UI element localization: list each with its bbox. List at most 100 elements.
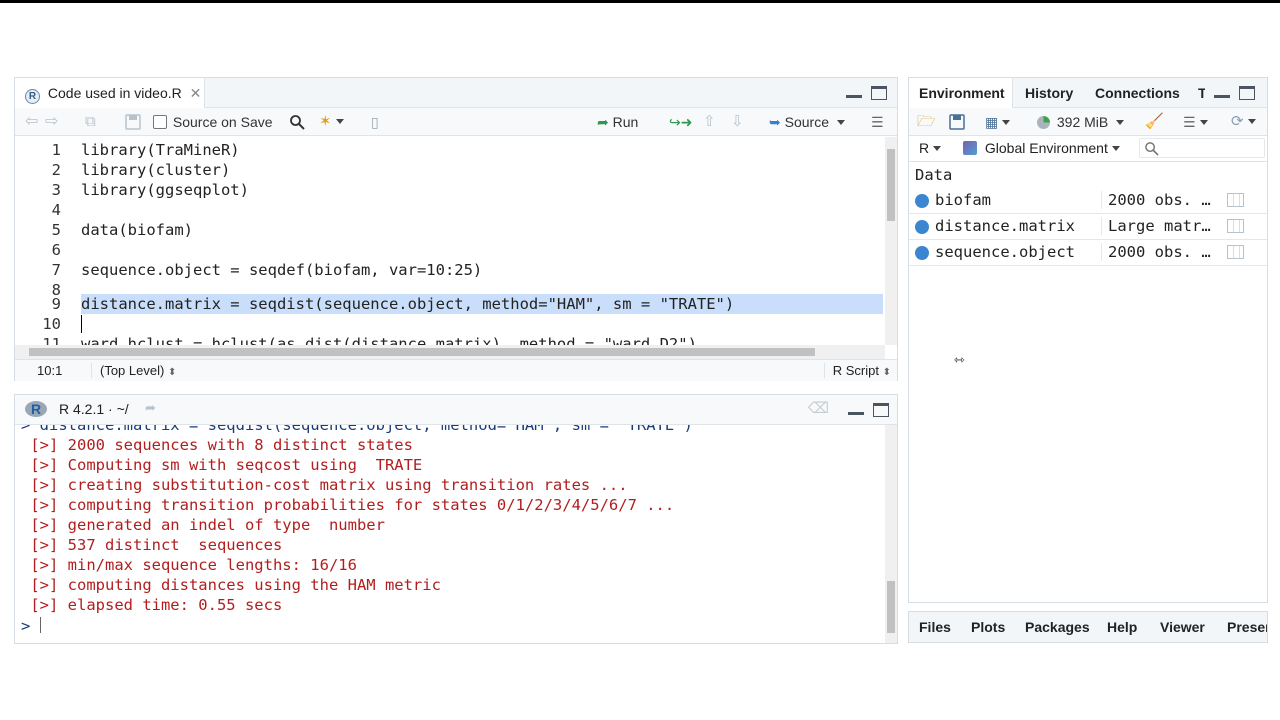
source-dropdown-icon[interactable] bbox=[836, 120, 845, 125]
object-name: sequence.object bbox=[935, 243, 1075, 261]
back-arrow-icon[interactable]: ⇦ bbox=[25, 113, 38, 131]
magic-wand-icon[interactable]: ✶ bbox=[319, 113, 344, 131]
code-line[interactable]: 5 data(biofam) bbox=[15, 220, 883, 240]
code-line[interactable]: 7 sequence.object = seqdef(biofam, var=10… bbox=[15, 260, 883, 280]
minimize-icon[interactable] bbox=[846, 86, 863, 98]
scope-selector[interactable]: (Top Level) ⬍ bbox=[91, 363, 176, 378]
source-tabstrip: R Code used in video.R ✕ bbox=[15, 78, 897, 108]
compile-report-icon[interactable]: ▯ bbox=[371, 113, 379, 131]
rerun-icon[interactable]: ↪➜ bbox=[669, 113, 692, 131]
code-line[interactable]: 4 bbox=[15, 200, 883, 220]
file-type-selector[interactable]: R Script ⬍ bbox=[823, 363, 891, 378]
memory-dropdown-icon bbox=[1116, 120, 1125, 125]
console-title: R 4.2.1 · ~/ bbox=[59, 401, 129, 417]
editor-horizontal-scrollbar[interactable] bbox=[15, 345, 885, 359]
console-line: [>] Computing sm with seqcost using TRAT… bbox=[21, 456, 423, 474]
r-file-icon: R bbox=[25, 89, 40, 104]
source-on-save-checkbox[interactable]: Source on Save bbox=[153, 113, 273, 131]
run-button[interactable]: ➦ Run bbox=[597, 113, 638, 131]
import-dataset-icon[interactable]: ▦ bbox=[985, 113, 1011, 131]
source-arrow-icon: ➥ bbox=[769, 114, 781, 130]
code-line[interactable]: 9 distance.matrix = seqdist(sequence.obje… bbox=[15, 294, 883, 314]
env-row-biofam[interactable]: biofam 2000 obs. … bbox=[909, 188, 1267, 214]
tab-packages[interactable]: Packages bbox=[1025, 612, 1090, 642]
env-row-sequence-object[interactable]: sequence.object 2000 obs. … bbox=[909, 240, 1267, 266]
view-table-icon[interactable] bbox=[1227, 219, 1244, 233]
env-row-distance-matrix[interactable]: distance.matrix Large matr… bbox=[909, 214, 1267, 240]
object-value: 2000 obs. … bbox=[1101, 243, 1211, 261]
code-line[interactable]: 2 library(cluster) bbox=[15, 160, 883, 180]
tab-code-file[interactable]: R Code used in video.R ✕ bbox=[15, 78, 205, 108]
memory-label: 392 MiB bbox=[1056, 114, 1109, 130]
resize-cursor-icon: ⇿ bbox=[954, 352, 965, 367]
window-top-border bbox=[0, 0, 1280, 3]
scope-label: Global Environment bbox=[984, 140, 1108, 156]
expand-icon[interactable] bbox=[915, 246, 929, 260]
object-value: Large matr… bbox=[1101, 217, 1211, 235]
source-button[interactable]: ➥ Source bbox=[769, 113, 845, 131]
line-number: 7 bbox=[51, 261, 61, 279]
maximize-icon[interactable] bbox=[1239, 86, 1255, 100]
scope-dropdown[interactable]: Global Environment bbox=[963, 140, 1120, 156]
list-view-icon[interactable]: ☰ bbox=[1183, 113, 1208, 131]
environment-pane: Environment History Connections Tu 🗁 ▦ 3… bbox=[908, 77, 1268, 603]
memory-pie-icon bbox=[1037, 116, 1050, 129]
console-line: [>] generated an indel of type number bbox=[21, 516, 385, 534]
console-vscroll-thumb[interactable] bbox=[887, 581, 895, 633]
console-prompt[interactable]: > bbox=[21, 616, 42, 636]
code-text: library(ggseqplot) bbox=[81, 181, 249, 199]
editor-hscroll-thumb[interactable] bbox=[29, 348, 815, 356]
code-line[interactable]: 10 bbox=[15, 314, 883, 334]
text-cursor bbox=[81, 315, 82, 333]
console-line: [>] elapsed time: 0.55 secs bbox=[21, 596, 283, 614]
code-line[interactable]: 1 library(TraMineR) bbox=[15, 140, 883, 160]
object-value: 2000 obs. … bbox=[1101, 191, 1211, 209]
search-icon[interactable] bbox=[289, 113, 305, 131]
tab-files[interactable]: Files bbox=[919, 612, 951, 642]
console-vertical-scrollbar[interactable] bbox=[885, 425, 897, 643]
console-goto-dir-icon[interactable]: ➦ bbox=[145, 400, 156, 416]
env-toolbar: 🗁 ▦ 392 MiB 🧹 ☰ ⟳ bbox=[909, 108, 1267, 136]
go-down-icon[interactable]: ⇩ bbox=[731, 113, 744, 131]
clear-objects-broom-icon[interactable]: 🧹 bbox=[1145, 113, 1164, 131]
env-search-input[interactable] bbox=[1139, 138, 1265, 158]
maximize-icon[interactable] bbox=[873, 403, 889, 417]
code-line[interactable]: 6 bbox=[15, 240, 883, 260]
tab-viewer[interactable]: Viewer bbox=[1160, 612, 1205, 642]
console-line: [>] 537 distinct sequences bbox=[21, 536, 283, 554]
console-line: [>] 2000 sequences with 8 distinct state… bbox=[21, 436, 413, 454]
open-in-window-icon[interactable]: ⧉ bbox=[85, 113, 96, 131]
editor-vscroll-thumb[interactable] bbox=[887, 149, 895, 221]
refresh-icon[interactable]: ⟳ bbox=[1231, 113, 1256, 131]
go-up-icon[interactable]: ⇧ bbox=[703, 113, 716, 131]
code-editor[interactable]: 1 library(TraMineR) 2 library(cluster) 3 li… bbox=[15, 137, 883, 349]
save-icon[interactable] bbox=[125, 113, 141, 131]
tab-environment[interactable]: Environment bbox=[909, 78, 1013, 108]
document-outline-icon[interactable]: ☰ bbox=[871, 113, 884, 131]
tab-code-file-label: Code used in video.R bbox=[47, 85, 182, 101]
minimize-icon[interactable] bbox=[848, 403, 865, 415]
forward-arrow-icon[interactable]: ⇨ bbox=[45, 113, 58, 131]
clear-console-icon[interactable]: ⌫ bbox=[808, 399, 829, 417]
line-number: 1 bbox=[51, 141, 61, 159]
view-table-icon[interactable] bbox=[1227, 245, 1244, 259]
editor-vertical-scrollbar[interactable] bbox=[885, 137, 897, 345]
tab-connections[interactable]: Connections bbox=[1095, 78, 1180, 108]
minimize-icon[interactable] bbox=[1214, 86, 1231, 98]
view-table-icon[interactable] bbox=[1227, 193, 1244, 207]
tab-presentation[interactable]: Preser bbox=[1227, 612, 1267, 642]
memory-usage[interactable]: 392 MiB bbox=[1037, 113, 1125, 131]
tab-plots[interactable]: Plots bbox=[971, 612, 1005, 642]
load-workspace-icon[interactable]: 🗁 bbox=[917, 113, 936, 131]
editor-statusbar: 10:1 (Top Level) ⬍ R Script ⬍ bbox=[15, 359, 897, 381]
expand-icon[interactable] bbox=[915, 194, 929, 208]
close-tab-icon[interactable]: ✕ bbox=[190, 85, 202, 101]
tab-help[interactable]: Help bbox=[1107, 612, 1137, 642]
tab-history[interactable]: History bbox=[1025, 78, 1073, 108]
language-selector[interactable]: R bbox=[919, 140, 942, 156]
code-line[interactable]: 3 library(ggseqplot) bbox=[15, 180, 883, 200]
console-output[interactable]: > distance.matrix = seqdist(sequence.obj… bbox=[21, 425, 881, 643]
save-workspace-icon[interactable] bbox=[949, 113, 965, 131]
maximize-icon[interactable] bbox=[871, 86, 887, 100]
expand-icon[interactable] bbox=[915, 220, 929, 234]
